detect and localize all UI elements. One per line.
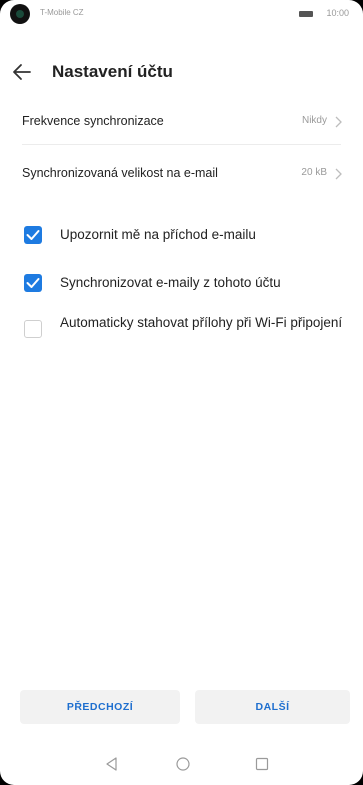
front-camera-icon — [10, 4, 30, 24]
nav-back-icon[interactable] — [104, 756, 120, 772]
page-title: Nastavení účtu — [52, 62, 173, 81]
notify-email-label: Upozornit mě na příchod e-mailu — [60, 227, 256, 242]
app-header: Nastavení účtu — [0, 56, 363, 90]
status-bar: T-Mobile CZ 10:00 — [0, 0, 363, 28]
auto-download-label: Automaticky stahovat přílohy při Wi-Fi p… — [60, 315, 343, 330]
notify-email-checkbox[interactable] — [24, 226, 42, 244]
auto-download-checkbox[interactable] — [24, 320, 42, 338]
phone-screen: T-Mobile CZ 10:00 Nastavení účtu Frekven… — [0, 0, 363, 785]
divider — [22, 144, 341, 145]
sync-emails-checkbox[interactable] — [24, 274, 42, 292]
nav-home-icon[interactable] — [175, 756, 191, 772]
chevron-right-icon — [333, 167, 343, 180]
sync-frequency-label: Frekvence synchronizace — [22, 114, 164, 128]
chevron-right-icon — [333, 115, 343, 128]
back-arrow-icon[interactable] — [10, 60, 34, 84]
nav-recent-apps-icon[interactable] — [254, 756, 270, 772]
notify-email-checkbox-row[interactable]: Upozornit mě na příchod e-mailu — [0, 218, 363, 254]
sync-emails-label: Synchronizovat e-maily z tohoto účtu — [60, 275, 281, 290]
system-nav-bar — [0, 752, 363, 785]
sync-emails-checkbox-row[interactable]: Synchronizovat e-maily z tohoto účtu — [0, 266, 363, 302]
sync-frequency-value: Nikdy — [301, 115, 327, 126]
previous-button[interactable]: PŘEDCHOZÍ — [20, 690, 180, 724]
sync-size-value: 20 kB — [301, 167, 327, 178]
auto-download-checkbox-row[interactable]: Automaticky stahovat přílohy při Wi-Fi p… — [0, 310, 363, 364]
battery-icon — [299, 11, 313, 17]
sync-size-row[interactable]: Synchronizovaná velikost na e-mail 20 kB — [0, 152, 363, 196]
sync-size-label: Synchronizovaná velikost na e-mail — [22, 166, 218, 180]
carrier-label: T-Mobile CZ — [40, 8, 84, 17]
sync-frequency-row[interactable]: Frekvence synchronizace Nikdy — [0, 100, 363, 144]
next-button[interactable]: DALŠÍ — [195, 690, 350, 724]
status-clock: 10:00 — [326, 8, 349, 18]
